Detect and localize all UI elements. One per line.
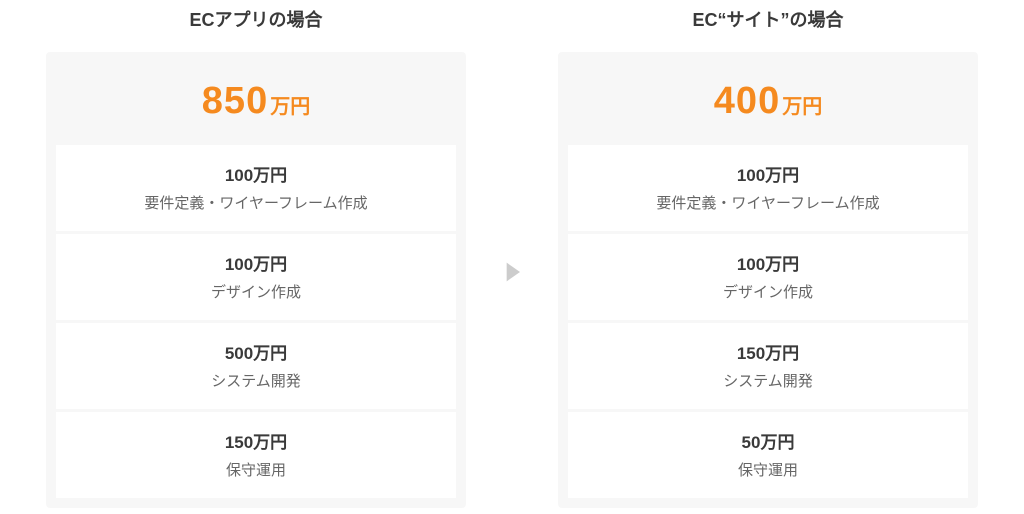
right-item-1-label: デザイン作成	[568, 281, 968, 302]
right-item-0-price: 100万円	[568, 161, 968, 186]
right-item-3-label: 保守運用	[568, 459, 968, 480]
right-card: 400万円 100万円 要件定義・ワイヤーフレーム作成 100万円 デザイン作成…	[558, 52, 978, 508]
left-card: 850万円 100万円 要件定義・ワイヤーフレーム作成 100万円 デザイン作成…	[46, 52, 466, 508]
left-item-3: 150万円 保守運用	[56, 412, 456, 498]
right-column: EC“サイト”の場合 400万円 100万円 要件定義・ワイヤーフレーム作成 1…	[558, 6, 978, 508]
left-item-1-label: デザイン作成	[56, 281, 456, 302]
left-total-number: 850	[202, 80, 268, 122]
right-item-1-price: 100万円	[568, 250, 968, 275]
right-item-2: 150万円 システム開発	[568, 323, 968, 409]
left-title: ECアプリの場合	[189, 6, 322, 32]
right-item-0: 100万円 要件定義・ワイヤーフレーム作成	[568, 145, 968, 231]
left-item-1: 100万円 デザイン作成	[56, 234, 456, 320]
arrow-icon	[496, 256, 528, 288]
left-item-2: 500万円 システム開発	[56, 323, 456, 409]
right-total-unit: 万円	[782, 96, 822, 118]
left-item-0-price: 100万円	[56, 161, 456, 186]
left-column: ECアプリの場合 850万円 100万円 要件定義・ワイヤーフレーム作成 100…	[46, 6, 466, 508]
left-item-3-price: 150万円	[56, 428, 456, 453]
left-item-1-price: 100万円	[56, 250, 456, 275]
right-item-2-label: システム開発	[568, 370, 968, 391]
left-item-3-label: 保守運用	[56, 459, 456, 480]
right-item-1: 100万円 デザイン作成	[568, 234, 968, 320]
right-title: EC“サイト”の場合	[692, 6, 843, 32]
left-item-0-label: 要件定義・ワイヤーフレーム作成	[56, 192, 456, 213]
left-item-2-price: 500万円	[56, 339, 456, 364]
right-item-3: 50万円 保守運用	[568, 412, 968, 498]
left-item-0: 100万円 要件定義・ワイヤーフレーム作成	[56, 145, 456, 231]
right-total-number: 400	[714, 80, 780, 122]
right-item-0-label: 要件定義・ワイヤーフレーム作成	[568, 192, 968, 213]
right-total: 400万円	[568, 62, 968, 145]
left-item-2-label: システム開発	[56, 370, 456, 391]
right-item-3-price: 50万円	[568, 428, 968, 453]
left-total: 850万円	[56, 62, 456, 145]
right-item-2-price: 150万円	[568, 339, 968, 364]
left-total-unit: 万円	[270, 96, 310, 118]
